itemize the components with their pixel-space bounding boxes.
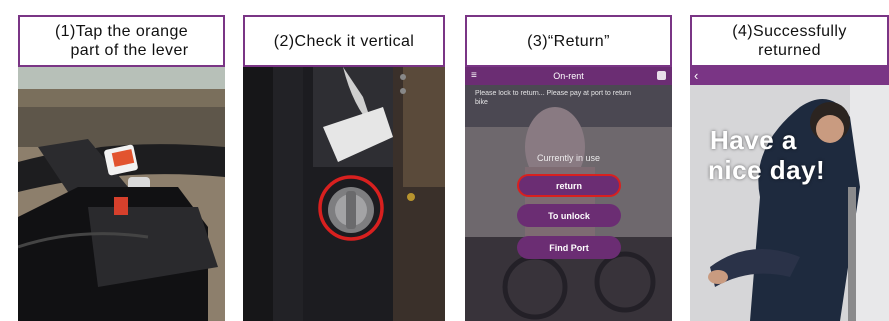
step-3-caption: (3)“Return” bbox=[465, 15, 672, 67]
success-message: Have a nice day! bbox=[708, 125, 825, 185]
unlock-button[interactable]: To unlock bbox=[517, 204, 621, 227]
app-header-title: On-rent bbox=[553, 71, 584, 81]
step-4-caption-line1: (4)Successfully bbox=[732, 23, 847, 40]
app-info-icon[interactable] bbox=[657, 71, 666, 80]
step-panel-1: (1)Tap the orange part of the lever bbox=[18, 0, 225, 321]
success-message-line2: nice day! bbox=[708, 155, 826, 185]
app-header-bar: ≡ On-rent bbox=[465, 67, 672, 85]
step-2-caption-line1: (2)Check it vertical bbox=[273, 32, 415, 50]
step-2-photo bbox=[243, 67, 445, 321]
step-4-caption: (4)Successfully returned bbox=[690, 15, 889, 67]
step-3-phone-screenshot: ≡ On-rent Please lock to return... Pleas… bbox=[465, 67, 672, 321]
step-1-caption-line1: (1)Tap the orange bbox=[54, 23, 189, 40]
success-message-line1: Have a bbox=[710, 125, 797, 155]
app-usage-status: Currently in use bbox=[536, 153, 601, 163]
lever-photo-illustration bbox=[18, 67, 225, 321]
find-port-button[interactable]: Find Port bbox=[517, 236, 621, 259]
step-3-caption-line1: (3)“Return” bbox=[527, 32, 610, 50]
success-background-photo bbox=[690, 67, 889, 321]
lock-photo-illustration bbox=[243, 67, 445, 321]
step-4-caption-line2: returned bbox=[758, 42, 821, 59]
step-1-caption: (1)Tap the orange part of the lever bbox=[18, 15, 225, 67]
app-notice-text: Please lock to return... Please pay at p… bbox=[475, 90, 632, 106]
app-menu-icon[interactable]: ≡ bbox=[471, 67, 477, 85]
return-button[interactable]: return bbox=[517, 174, 621, 197]
step-2-caption: (2)Check it vertical bbox=[243, 15, 445, 67]
step-1-caption-line2: part of the lever bbox=[70, 42, 189, 59]
step-panel-4: (4)Successfully returned ‹ Have a nice d… bbox=[690, 0, 889, 321]
step-1-photo bbox=[18, 67, 225, 321]
step-4-success-screen: ‹ Have a nice day! bbox=[690, 67, 889, 321]
step-panel-2: (2)Check it vertical bbox=[243, 0, 445, 321]
step-panel-3: (3)“Return” ≡ On-rent Please lock to ret… bbox=[465, 0, 672, 321]
back-chevron-icon[interactable]: ‹ bbox=[694, 68, 698, 84]
